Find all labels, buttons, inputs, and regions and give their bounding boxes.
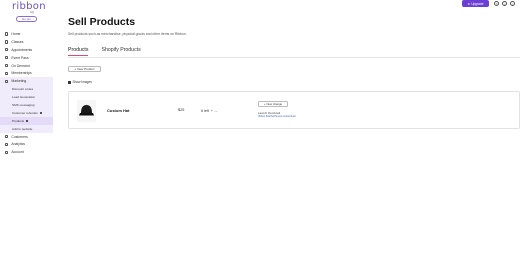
sidebar-subitem-label: SMS messaging [12,102,35,107]
sidebar-subitem-label: Lead Generation [12,95,36,100]
new-change-button[interactable]: + New change [258,101,288,107]
sidebar-item-label: Marketing [11,79,27,84]
sidebar-item-label: Memberships [11,71,32,76]
sidebar-item-label: Home [11,31,21,36]
product-link[interactable]: ribbon.fit/a/hat?event-customHat [258,115,296,118]
sidebar-item-appointments[interactable]: Appointments [0,46,53,54]
sidebar: ribbon HQ Go pro Home Classes Appointmen… [0,0,53,272]
product-price: $25 [178,108,185,112]
tab-bar: Products Shopify Products [68,47,141,56]
sidebar-group-marketing: Marketing Discount codes Lead Generation… [0,77,53,133]
card-icon [5,71,9,76]
sidebar-item-home[interactable]: Home [0,30,53,38]
sidebar-subitem-label: Customer referrals [12,110,38,115]
new-change-label: New change [266,102,283,106]
page-subtitle: Sell products such as merchandise, physi… [68,32,187,36]
plus-icon: + [74,67,77,71]
sidebar-subitem-label: Discount codes [12,87,34,92]
ticket-icon [5,55,9,60]
sidebar-subitem-sms-messaging[interactable]: SMS messaging [0,101,53,109]
show-images-checkbox[interactable] [68,80,71,84]
sidebar-item-label: On Demand [11,63,30,68]
minus-icon[interactable]: – [215,108,217,113]
sidebar-item-label: Appointments [11,47,33,52]
sidebar-subitem-add-to-website[interactable]: Add to website [0,125,53,133]
sidebar-nav: Home Classes Appointments Event Pass On … [0,30,53,156]
new-indicator-dot [39,111,42,114]
sidebar-item-label: Account [11,150,24,155]
product-stock: 6 left + – [201,108,217,113]
sidebar-item-classes[interactable]: Classes [0,38,53,46]
home-icon [5,32,9,36]
new-product-label: New Product [77,67,95,71]
classes-icon [5,40,9,44]
sidebar-item-label: Event Pass [11,55,29,60]
sidebar-item-label: Analytics [11,142,25,147]
new-product-button[interactable]: + New Product [68,66,101,72]
sidebar-item-event-pass[interactable]: Event Pass [0,54,53,62]
product-row[interactable]: Custom Hat $25 6 left + – + New change L… [68,91,520,129]
sidebar-subitem-products[interactable]: Products [0,116,53,125]
analytics-icon [5,142,9,147]
new-indicator-dot [26,119,29,122]
sidebar-subitem-customer-referrals[interactable]: Customer referrals [0,109,53,117]
sidebar-subitem-label: Products [12,118,25,123]
stock-count: 6 left [201,108,209,113]
sidebar-item-account[interactable]: Account [0,148,53,156]
show-images-toggle[interactable]: Show Images [68,80,92,84]
plus-icon[interactable]: + [211,108,213,113]
sidebar-item-label: Customers [11,134,28,139]
plan-button[interactable]: Go pro [16,16,37,22]
sidebar-subitem-discount-codes[interactable]: Discount codes [0,85,53,93]
megaphone-icon [5,79,9,83]
sidebar-subitem-label: Add to website [12,126,33,131]
customers-icon [5,134,9,139]
page-title: Sell Products [68,16,136,28]
sidebar-item-marketing[interactable]: Marketing [0,77,53,85]
account-icon [5,150,9,154]
sidebar-subitem-lead-generation[interactable]: Lead Generation [0,93,53,101]
sidebar-item-memberships[interactable]: Memberships [0,69,53,77]
tab-products[interactable]: Products [68,47,89,56]
sidebar-item-on-demand[interactable]: On Demand [0,62,53,70]
tab-shopify-products[interactable]: Shopify Products [101,47,140,56]
video-icon [5,63,9,68]
logo-sub: HQ [30,11,34,14]
sidebar-item-analytics[interactable]: Analytics [0,140,53,148]
product-image [77,100,96,122]
plus-icon: + [263,102,266,106]
main-content: Sell Products Sell products such as merc… [53,0,520,272]
show-images-label: Show Images [72,80,92,84]
product-name[interactable]: Custom Hat [107,108,129,113]
sidebar-item-customers[interactable]: Customers [0,133,53,141]
sidebar-item-label: Classes [11,39,24,44]
tabs-divider [68,56,520,57]
calendar-icon [5,48,9,52]
ribbon-logo[interactable]: ribbon [12,1,46,12]
